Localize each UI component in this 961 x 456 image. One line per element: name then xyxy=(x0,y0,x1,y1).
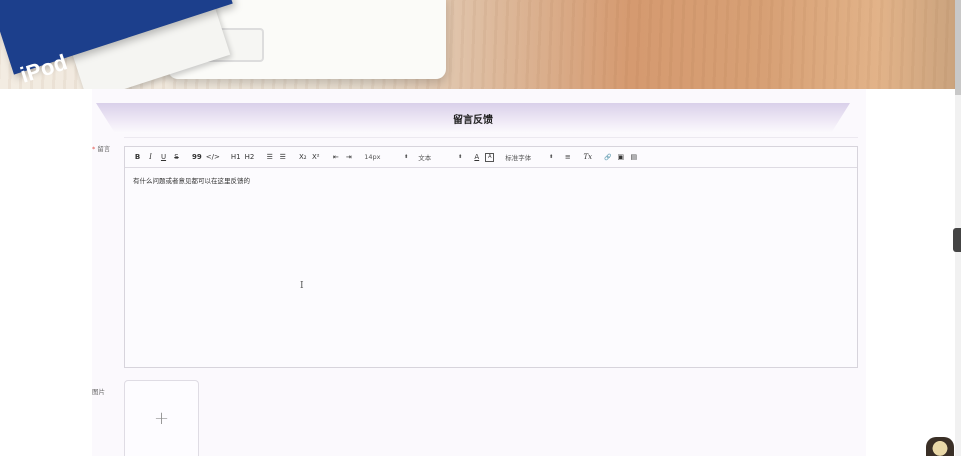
block-format-value: 文本 xyxy=(418,154,432,162)
side-collapse-handle[interactable] xyxy=(953,228,961,252)
editor-content[interactable]: 有什么问题或者意见都可以在这里反馈的 xyxy=(133,175,250,185)
font-size-value: 14px xyxy=(364,153,381,161)
superscript-button[interactable]: X² xyxy=(311,151,320,163)
message-label: * 留言 xyxy=(92,143,110,153)
indent-in-icon[interactable]: ⇥ xyxy=(344,151,353,163)
editor-toolbar: B I U S 99 </> H1 H2 ☰ ☰ X₂ X² ⇤ ⇥ 14px … xyxy=(125,147,857,168)
block-format-select[interactable]: 文本 ⬍ xyxy=(418,151,462,163)
underline-button[interactable]: U xyxy=(159,151,168,163)
floating-avatar[interactable] xyxy=(926,437,954,456)
rich-text-editor[interactable]: B I U S 99 </> H1 H2 ☰ ☰ X₂ X² ⇤ ⇥ 14px … xyxy=(124,146,858,368)
text-color-icon[interactable]: A xyxy=(472,151,481,163)
header1-button[interactable]: H1 xyxy=(231,151,241,163)
subscript-button[interactable]: X₂ xyxy=(298,151,307,163)
ordered-list-icon[interactable]: ☰ xyxy=(265,151,274,163)
page-scrollbar-thumb[interactable] xyxy=(955,0,961,95)
code-block-button[interactable]: </> xyxy=(206,151,220,163)
font-size-select[interactable]: 14px ⬍ xyxy=(364,151,408,163)
clear-format-icon[interactable]: Tx xyxy=(583,151,592,163)
editor-top-divider xyxy=(124,137,858,138)
header2-button[interactable]: H2 xyxy=(245,151,255,163)
chevron-updown-icon: ⬍ xyxy=(404,154,409,160)
section-title: 留言反馈 xyxy=(96,103,850,133)
chevron-updown-icon: ⬍ xyxy=(458,154,463,160)
italic-button[interactable]: I xyxy=(146,151,155,163)
image-icon[interactable]: ▣ xyxy=(616,151,625,163)
plus-icon: + xyxy=(153,408,170,429)
section-title-text: 留言反馈 xyxy=(453,114,493,126)
bold-button[interactable]: B xyxy=(133,151,142,163)
video-icon[interactable]: ▤ xyxy=(629,151,638,163)
background-color-icon[interactable]: A xyxy=(485,152,495,162)
link-icon[interactable]: 🔗 xyxy=(603,151,612,163)
hero-banner: iPod xyxy=(0,0,955,89)
message-label-text: 留言 xyxy=(97,145,111,153)
align-icon[interactable]: ≡ xyxy=(563,151,572,163)
image-label: 图片 xyxy=(92,388,105,396)
font-family-select[interactable]: 标准字体 ⬍ xyxy=(505,151,553,163)
image-upload-button[interactable]: + xyxy=(124,380,199,456)
required-mark: * xyxy=(92,145,96,153)
font-family-value: 标准字体 xyxy=(505,154,532,162)
chevron-updown-icon: ⬍ xyxy=(549,154,554,160)
strike-button[interactable]: S xyxy=(172,151,181,163)
bullet-list-icon[interactable]: ☰ xyxy=(278,151,287,163)
blockquote-button[interactable]: 99 xyxy=(192,151,202,163)
indent-out-icon[interactable]: ⇤ xyxy=(331,151,340,163)
text-cursor-icon: I xyxy=(300,281,304,291)
